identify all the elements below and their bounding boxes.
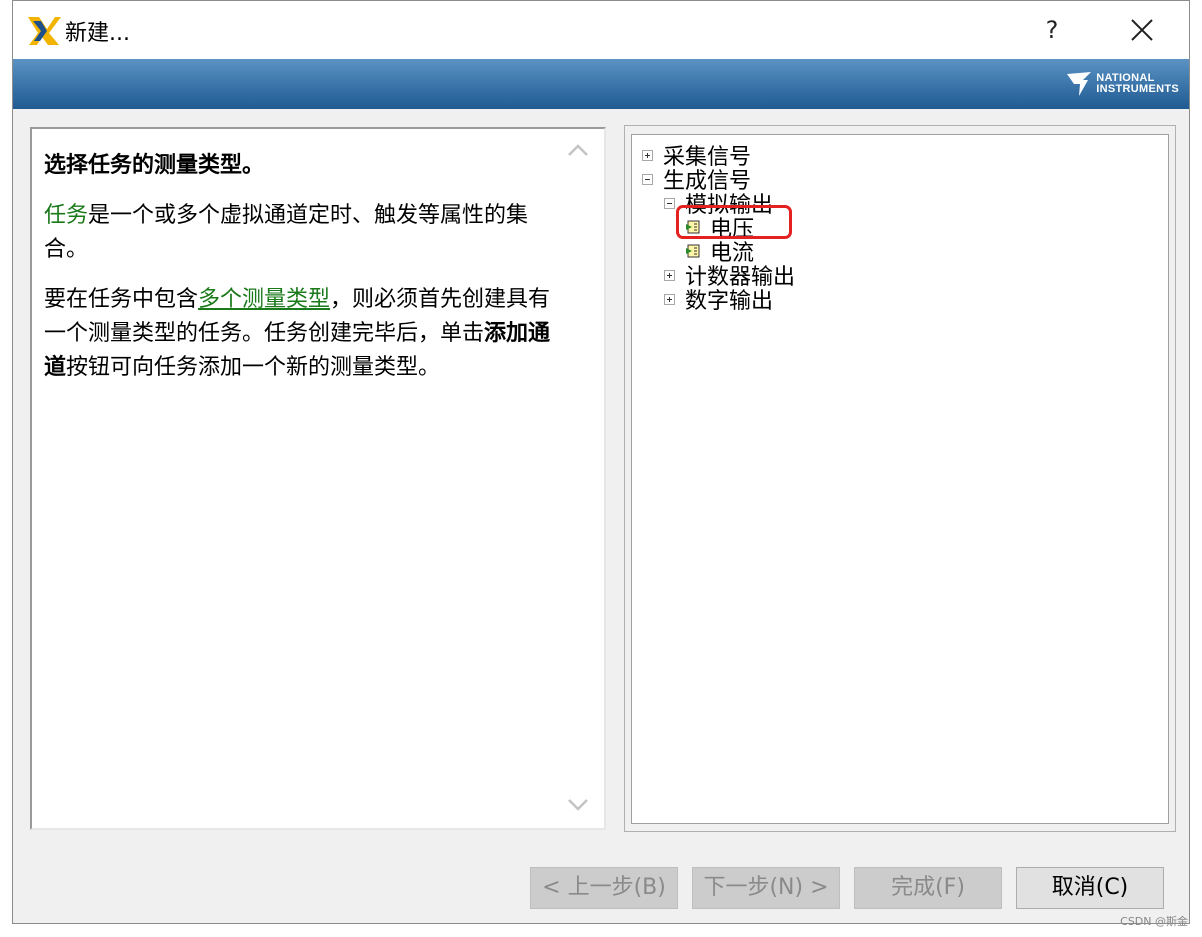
expand-plus-icon[interactable]: [642, 149, 653, 161]
tree-node-digital-output[interactable]: 数字输出: [664, 287, 773, 314]
new-task-dialog: 新建... ? NATIONAL INSTRUMENTS 选择任务的测量类型。 …: [12, 0, 1190, 924]
help-title: 选择任务的测量类型。: [44, 153, 265, 178]
measurement-type-tree[interactable]: 采集信号 生成信号 模拟输出 电压 电流 计数器输出 数字输出: [631, 134, 1169, 824]
window-title: 新建...: [65, 21, 130, 46]
current-channel-icon: [686, 244, 700, 258]
watermark: CSDN @斯金: [1120, 915, 1188, 928]
task-link[interactable]: 任务: [44, 203, 88, 228]
expand-plus-icon[interactable]: [664, 269, 675, 281]
collapse-minus-icon[interactable]: [642, 173, 653, 185]
scroll-down-icon[interactable]: [566, 792, 590, 816]
back-button[interactable]: < 上一步(B): [530, 867, 678, 909]
header-banner: NATIONAL INSTRUMENTS: [13, 59, 1189, 109]
help-paragraph-2: 要在任务中包含多个测量类型，则必须首先创建具有一个测量类型的任务。任务创建完毕后…: [44, 283, 554, 385]
collapse-minus-icon[interactable]: [664, 197, 675, 209]
cancel-button[interactable]: 取消(C): [1016, 867, 1164, 909]
title-bar: 新建... ?: [13, 1, 1189, 59]
help-p2-text3: 按钮可向任务添加一个新的测量类型。: [66, 355, 441, 380]
help-content: 选择任务的测量类型。 任务是一个或多个虚拟通道定时、触发等属性的集合。 要在任务…: [44, 149, 554, 401]
close-icon: [1131, 19, 1153, 41]
measurement-type-panel: 采集信号 生成信号 模拟输出 电压 电流 计数器输出 数字输出: [624, 125, 1176, 832]
help-p2-text1: 要在任务中包含: [44, 287, 199, 312]
next-button[interactable]: 下一步(N) >: [692, 867, 840, 909]
tree-node-label: 数字输出: [685, 289, 774, 314]
ni-logo: NATIONAL INSTRUMENTS: [1066, 69, 1179, 99]
help-p1-text: 是一个或多个虚拟通道定时、触发等属性的集合。: [44, 203, 529, 262]
expand-plus-icon[interactable]: [664, 293, 675, 305]
help-button[interactable]: ?: [1027, 11, 1077, 49]
finish-button[interactable]: 完成(F): [854, 867, 1002, 909]
ni-logo-line2: INSTRUMENTS: [1096, 83, 1179, 95]
close-button[interactable]: [1117, 11, 1167, 49]
help-paragraph-1: 任务是一个或多个虚拟通道定时、触发等属性的集合。: [44, 199, 554, 267]
ni-app-icon: [28, 17, 61, 45]
voltage-highlight-annotation: [676, 205, 792, 239]
scroll-up-icon[interactable]: [566, 139, 590, 163]
help-panel: 选择任务的测量类型。 任务是一个或多个虚拟通道定时、触发等属性的集合。 要在任务…: [30, 127, 606, 830]
multiple-measurement-types-link[interactable]: 多个测量类型: [198, 287, 330, 312]
ni-eagle-icon: [1067, 72, 1092, 96]
